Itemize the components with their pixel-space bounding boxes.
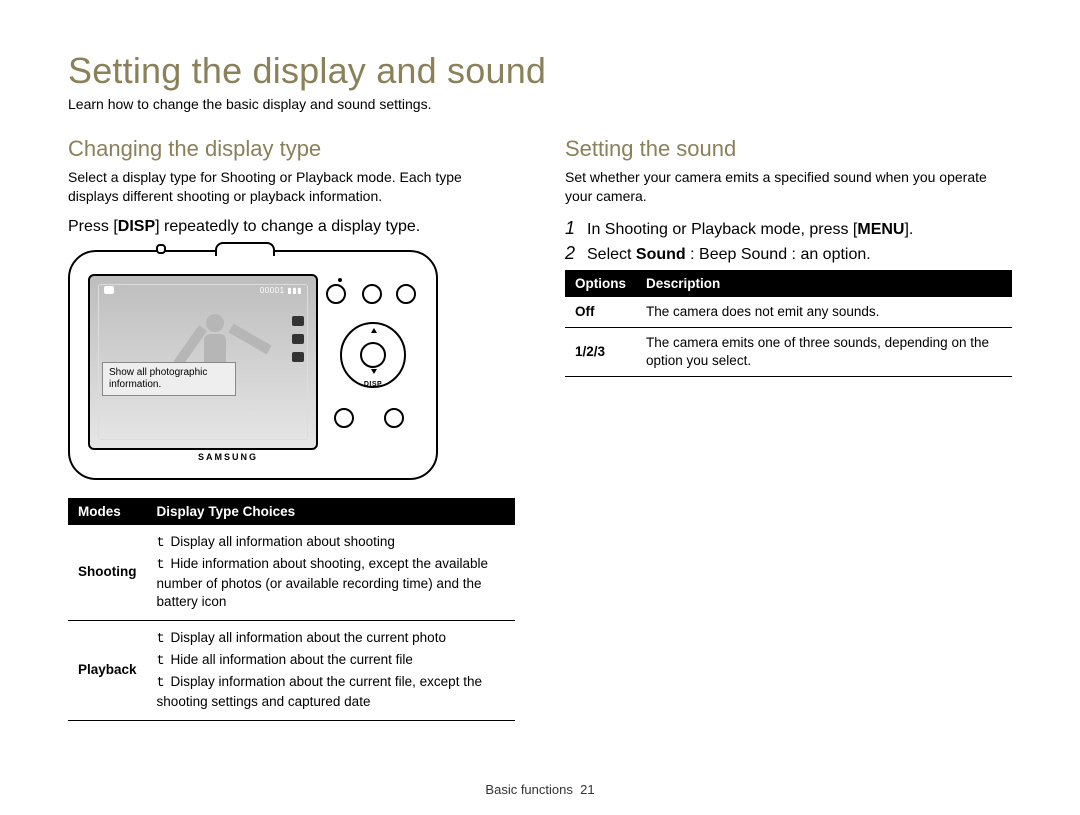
th-options: Options bbox=[565, 270, 636, 297]
instruction-pre: Press [ bbox=[68, 218, 118, 235]
row-mode: Playback bbox=[68, 620, 147, 720]
camera-illustration: 00001 ▮▮▮ Show all photographic informat… bbox=[68, 250, 438, 480]
section-desc-display: Select a display type for Shooting or Pl… bbox=[68, 168, 515, 206]
display-type-table: Modes Display Type Choices Shooting tDis… bbox=[68, 498, 515, 721]
keyword-menu: MENU bbox=[857, 221, 904, 238]
keyword-sound: Sound bbox=[636, 246, 686, 263]
camera-mode-icon bbox=[104, 286, 114, 294]
section-title-sound: Setting the sound bbox=[565, 136, 1012, 162]
camera-top-shutter bbox=[215, 242, 275, 256]
row-description: The camera does not emit any sounds. bbox=[636, 297, 1012, 328]
camera-button-top-2 bbox=[362, 284, 382, 304]
step-item: 2 Select Sound : Beep Sound : an option. bbox=[565, 243, 1012, 264]
left-column: Changing the display type Select a displ… bbox=[68, 136, 515, 721]
th-modes: Modes bbox=[68, 498, 147, 525]
row-mode: Shooting bbox=[68, 525, 147, 620]
section-desc-sound: Set whether your camera emits a specifie… bbox=[565, 168, 1012, 206]
instruction-post: ] repeatedly to change a display type. bbox=[155, 218, 420, 235]
table-row: Off The camera does not emit any sounds. bbox=[565, 297, 1012, 328]
camera-lcd: 00001 ▮▮▮ Show all photographic informat… bbox=[88, 274, 318, 450]
step-number: 1 bbox=[565, 218, 587, 239]
camera-counter-text: 00001 bbox=[260, 286, 285, 295]
instruction-disp: Press [DISP] repeatedly to change a disp… bbox=[68, 218, 515, 236]
right-column: Setting the sound Set whether your camer… bbox=[565, 136, 1012, 721]
table-row: Playback tDisplay all information about … bbox=[68, 620, 515, 720]
camera-dpad-disp-label: DISP bbox=[342, 381, 404, 388]
table-row: Shooting tDisplay all information about … bbox=[68, 525, 515, 620]
list-item: Display all information about the curren… bbox=[171, 630, 446, 645]
footer-page-number: 21 bbox=[580, 782, 594, 797]
row-option: Off bbox=[565, 297, 636, 328]
th-description: Description bbox=[636, 270, 1012, 297]
manual-page: Setting the display and sound Learn how … bbox=[0, 0, 1080, 721]
list-item: Hide all information about the current f… bbox=[171, 652, 413, 667]
camera-brand: SAMSUNG bbox=[198, 452, 258, 462]
step-number: 2 bbox=[565, 243, 587, 264]
camera-button-top-3 bbox=[396, 284, 416, 304]
step-text: In Shooting or Playback mode, press [MEN… bbox=[587, 221, 1012, 239]
camera-button-bottom-2 bbox=[384, 408, 404, 428]
keyword-disp: DISP bbox=[118, 218, 155, 235]
step-text: Select Sound : Beep Sound : an option. bbox=[587, 246, 1012, 264]
steps-list: 1 In Shooting or Playback mode, press [M… bbox=[565, 218, 1012, 264]
row-choices: tDisplay all information about the curre… bbox=[147, 620, 515, 720]
camera-button-cluster: DISP bbox=[322, 282, 422, 462]
row-option: 1/2/3 bbox=[565, 328, 636, 377]
camera-side-icons bbox=[292, 316, 304, 362]
list-item: Display information about the current fi… bbox=[157, 674, 482, 709]
list-item: Display all information about shooting bbox=[171, 534, 395, 549]
sound-options-table: Options Description Off The camera does … bbox=[565, 270, 1012, 378]
row-description: The camera emits one of three sounds, de… bbox=[636, 328, 1012, 377]
th-choices: Display Type Choices bbox=[147, 498, 515, 525]
page-subtitle: Learn how to change the basic display an… bbox=[68, 96, 1012, 112]
camera-counter: 00001 ▮▮▮ bbox=[260, 286, 302, 295]
list-item: Hide information about shooting, except … bbox=[157, 556, 488, 609]
two-column-layout: Changing the display type Select a displ… bbox=[68, 136, 1012, 721]
page-footer: Basic functions 21 bbox=[0, 782, 1080, 797]
camera-button-top-1 bbox=[326, 284, 346, 304]
camera-callout-box: Show all photographic information. bbox=[102, 362, 236, 396]
section-title-display: Changing the display type bbox=[68, 136, 515, 162]
camera-dpad: DISP bbox=[340, 322, 406, 388]
table-row: 1/2/3 The camera emits one of three soun… bbox=[565, 328, 1012, 377]
row-choices: tDisplay all information about shooting … bbox=[147, 525, 515, 620]
footer-section: Basic functions bbox=[485, 782, 572, 797]
page-title: Setting the display and sound bbox=[68, 50, 1012, 92]
camera-top-small-button bbox=[156, 244, 166, 254]
camera-button-bottom-1 bbox=[334, 408, 354, 428]
step-item: 1 In Shooting or Playback mode, press [M… bbox=[565, 218, 1012, 239]
